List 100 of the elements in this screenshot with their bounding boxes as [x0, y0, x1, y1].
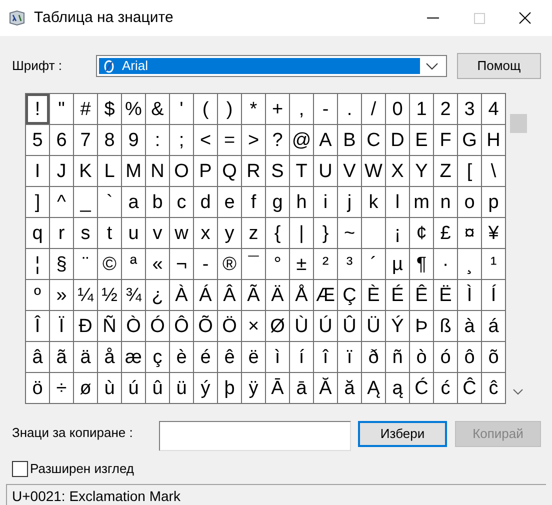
character-cell[interactable]: L: [98, 156, 121, 186]
character-cell[interactable]: b: [146, 187, 169, 217]
character-cell[interactable]: 0: [386, 94, 409, 124]
character-cell[interactable]: `: [98, 187, 121, 217]
character-cell[interactable]: G: [458, 125, 481, 155]
character-cell[interactable]: c: [170, 187, 193, 217]
character-cell[interactable]: ú: [122, 373, 145, 403]
character-cell[interactable]: Õ: [194, 311, 217, 341]
character-cell[interactable]: §: [50, 249, 73, 279]
character-cell[interactable]: o: [458, 187, 481, 217]
character-cell[interactable]: #: [74, 94, 97, 124]
character-cell[interactable]: ¯: [242, 249, 265, 279]
character-cell[interactable]: ¬: [170, 249, 193, 279]
character-cell[interactable]: 6: [50, 125, 73, 155]
character-cell[interactable]: R: [242, 156, 265, 186]
character-cell[interactable]: ö: [26, 373, 49, 403]
character-cell[interactable]: J: [50, 156, 73, 186]
character-cell[interactable]: ×: [242, 311, 265, 341]
character-cell[interactable]: þ: [218, 373, 241, 403]
character-cell[interactable]: ą: [386, 373, 409, 403]
character-cell[interactable]: 1: [410, 94, 433, 124]
character-cell[interactable]: Þ: [410, 311, 433, 341]
character-cell[interactable]: ð: [362, 342, 385, 372]
character-cell[interactable]: [: [458, 156, 481, 186]
character-cell[interactable]: µ: [386, 249, 409, 279]
character-cell[interactable]: ,: [290, 94, 313, 124]
character-cell[interactable]: È: [362, 280, 385, 310]
character-cell[interactable]: ê: [218, 342, 241, 372]
character-cell[interactable]: ß: [434, 311, 457, 341]
character-cell[interactable]: t: [98, 218, 121, 248]
character-cell[interactable]: Ĉ: [458, 373, 481, 403]
character-cell[interactable]: z: [242, 218, 265, 248]
character-cell[interactable]: 3: [458, 94, 481, 124]
character-cell[interactable]: C: [362, 125, 385, 155]
character-cell[interactable]: Ø: [266, 311, 289, 341]
character-cell[interactable]: a: [122, 187, 145, 217]
character-cell[interactable]: ì: [266, 342, 289, 372]
character-cell[interactable]: Ë: [434, 280, 457, 310]
character-cell[interactable]: Ï: [50, 311, 73, 341]
character-cell[interactable]: i: [314, 187, 337, 217]
character-cell[interactable]: f: [242, 187, 265, 217]
character-cell[interactable]: Î: [26, 311, 49, 341]
character-cell[interactable]: W: [362, 156, 385, 186]
character-cell[interactable]: -: [194, 249, 217, 279]
help-button[interactable]: Помощ: [457, 53, 541, 79]
character-cell[interactable]: ë: [242, 342, 265, 372]
character-cell[interactable]: &: [146, 94, 169, 124]
character-cell[interactable]: ù: [98, 373, 121, 403]
character-cell[interactable]: ¸: [458, 249, 481, 279]
character-cell[interactable]: ç: [146, 342, 169, 372]
character-cell[interactable]: @: [290, 125, 313, 155]
character-cell[interactable]: Ê: [410, 280, 433, 310]
character-cell[interactable]: j: [338, 187, 361, 217]
character-cell[interactable]: ²: [314, 249, 337, 279]
character-cell[interactable]: H: [482, 125, 505, 155]
character-cell[interactable]: ]: [26, 187, 49, 217]
character-cell[interactable]: Á: [194, 280, 217, 310]
character-cell[interactable]: ü: [170, 373, 193, 403]
character-cell[interactable]: E: [410, 125, 433, 155]
character-cell[interactable]: e: [218, 187, 241, 217]
character-cell[interactable]: 2: [434, 94, 457, 124]
character-cell[interactable]: ă: [338, 373, 361, 403]
character-cell[interactable]: ±: [290, 249, 313, 279]
character-cell[interactable]: 4: [482, 94, 505, 124]
character-cell[interactable]: ¤: [458, 218, 481, 248]
character-cell[interactable]: Ç: [338, 280, 361, 310]
character-cell[interactable]: ~: [338, 218, 361, 248]
character-cell[interactable]: Ã: [242, 280, 265, 310]
character-cell[interactable]: £: [434, 218, 457, 248]
character-cell[interactable]: ¥: [482, 218, 505, 248]
select-button[interactable]: Избери: [358, 421, 447, 447]
character-cell[interactable]: ': [170, 94, 193, 124]
character-cell[interactable]: ;: [170, 125, 193, 155]
character-cell[interactable]: q: [26, 218, 49, 248]
character-cell[interactable]: =: [218, 125, 241, 155]
character-cell[interactable]: â: [26, 342, 49, 372]
character-cell[interactable]: ^: [50, 187, 73, 217]
character-cell[interactable]: Ą: [362, 373, 385, 403]
character-cell[interactable]: ¶: [410, 249, 433, 279]
character-cell[interactable]: û: [146, 373, 169, 403]
character-cell[interactable]: S: [266, 156, 289, 186]
character-cell[interactable]: À: [170, 280, 193, 310]
character-cell[interactable]: ª: [122, 249, 145, 279]
character-cell[interactable]: 7: [74, 125, 97, 155]
character-cell[interactable]: Ò: [122, 311, 145, 341]
character-cell[interactable]: Ô: [170, 311, 193, 341]
character-cell[interactable]: Ú: [314, 311, 337, 341]
character-cell[interactable]: Q: [218, 156, 241, 186]
character-cell[interactable]: Û: [338, 311, 361, 341]
character-cell[interactable]: y: [218, 218, 241, 248]
character-cell[interactable]: ¨: [74, 249, 97, 279]
character-cell[interactable]: B: [338, 125, 361, 155]
character-cell[interactable]: {: [266, 218, 289, 248]
copy-field[interactable]: [159, 421, 351, 451]
character-cell[interactable]: A: [314, 125, 337, 155]
character-cell[interactable]: Y: [410, 156, 433, 186]
character-cell[interactable]: r: [50, 218, 73, 248]
character-cell[interactable]: 9: [122, 125, 145, 155]
character-cell[interactable]: +: [266, 94, 289, 124]
character-cell[interactable]: å: [98, 342, 121, 372]
